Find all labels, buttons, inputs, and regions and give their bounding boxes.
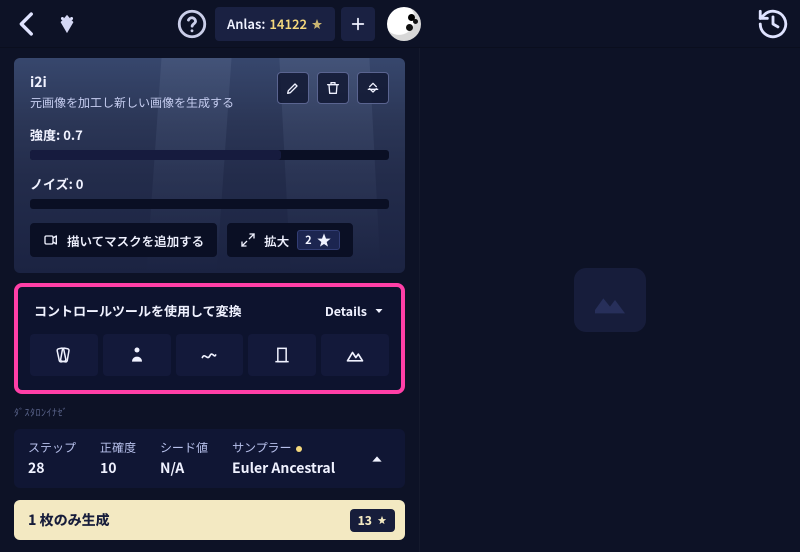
add-mask-label: 描いてマスクを追加する — [67, 231, 204, 250]
noise-label: ノイズ: 0 — [30, 174, 83, 193]
details-toggle[interactable]: Details — [325, 301, 385, 320]
anlas-icon — [311, 18, 323, 30]
add-mask-button[interactable]: 描いてマスクを追加する — [30, 223, 217, 257]
chevron-up-icon — [369, 451, 385, 467]
chevron-down-icon — [373, 305, 385, 317]
enlarge-button[interactable]: 拡大 2 — [227, 223, 353, 257]
noise-slider[interactable] — [30, 199, 389, 209]
accuracy-value: 10 — [100, 458, 136, 478]
scribble-icon — [199, 345, 219, 365]
mountain-icon — [345, 345, 365, 365]
tool-palette[interactable] — [30, 334, 98, 376]
expand-icon — [240, 232, 256, 248]
image-icon — [588, 280, 632, 320]
generate-cost-badge: 13 — [350, 509, 395, 532]
i2i-subtitle: 元画像を加工し新しい画像を生成する — [30, 94, 234, 111]
help-icon — [175, 7, 209, 41]
chevron-left-icon — [10, 7, 44, 41]
params-expand-button[interactable] — [363, 445, 391, 473]
collapse-icon — [365, 80, 381, 96]
enlarge-label: 拡大 — [264, 231, 289, 250]
building-icon — [272, 345, 292, 365]
strength-slider[interactable] — [30, 150, 389, 160]
tool-pose[interactable] — [103, 334, 171, 376]
palette-icon — [54, 345, 74, 365]
anlas-label: Anlas: — [227, 14, 265, 33]
history-icon — [756, 7, 790, 41]
accuracy-label: 正確度 — [100, 439, 136, 456]
i2i-title: i2i — [30, 72, 234, 92]
back-button[interactable] — [10, 7, 44, 41]
preview-area — [420, 48, 800, 552]
sampler-label: サンプラー — [232, 439, 335, 456]
anlas-icon — [316, 232, 332, 248]
sampler-dot-icon — [296, 446, 302, 452]
trash-icon — [325, 80, 341, 96]
tool-landscape[interactable] — [321, 334, 389, 376]
generate-button[interactable]: 1 枚のみ生成 13 — [14, 500, 405, 540]
seed-value: N/A — [160, 458, 208, 478]
person-icon — [127, 345, 147, 365]
tool-scribble[interactable] — [176, 334, 244, 376]
plus-icon — [350, 16, 366, 32]
mask-icon — [43, 232, 59, 248]
anlas-value: 14122 — [269, 14, 307, 33]
tool-building[interactable] — [248, 334, 316, 376]
strength-label: 強度: 0.7 — [30, 125, 83, 144]
help-button[interactable] — [175, 7, 209, 41]
collapse-button[interactable] — [357, 72, 389, 104]
enlarge-cost-badge: 2 — [297, 230, 340, 250]
hint-text: ﾀﾞｽﾀﾛﾝｲﾅｾﾞ — [14, 404, 405, 419]
control-tools-panel: コントロールツールを使用して変換 Details — [14, 283, 405, 394]
steps-value: 28 — [28, 458, 76, 478]
app-logo[interactable] — [50, 7, 84, 41]
sidebar-panel: i2i 元画像を加工し新しい画像を生成する — [0, 48, 420, 552]
image-placeholder — [574, 268, 646, 332]
history-button[interactable] — [756, 7, 790, 41]
top-bar: Anlas: 14122 — [0, 0, 800, 48]
sampler-value: Euler Ancestral — [232, 458, 335, 478]
i2i-card: i2i 元画像を加工し新しい画像を生成する — [14, 58, 405, 273]
edit-button[interactable] — [277, 72, 309, 104]
steps-label: ステップ — [28, 439, 76, 456]
logo-icon — [56, 13, 78, 35]
generate-label: 1 枚のみ生成 — [28, 510, 110, 530]
delete-button[interactable] — [317, 72, 349, 104]
anlas-icon — [377, 515, 387, 525]
anlas-balance[interactable]: Anlas: 14122 — [215, 7, 335, 41]
avatar[interactable] — [387, 7, 421, 41]
add-button[interactable] — [341, 7, 375, 41]
params-card: ステップ 28 正確度 10 シード値 N/A サンプラー Euler Ance… — [14, 429, 405, 488]
pencil-icon — [285, 80, 301, 96]
control-tools-title: コントロールツールを使用して変換 — [34, 301, 242, 320]
seed-label: シード値 — [160, 439, 208, 456]
